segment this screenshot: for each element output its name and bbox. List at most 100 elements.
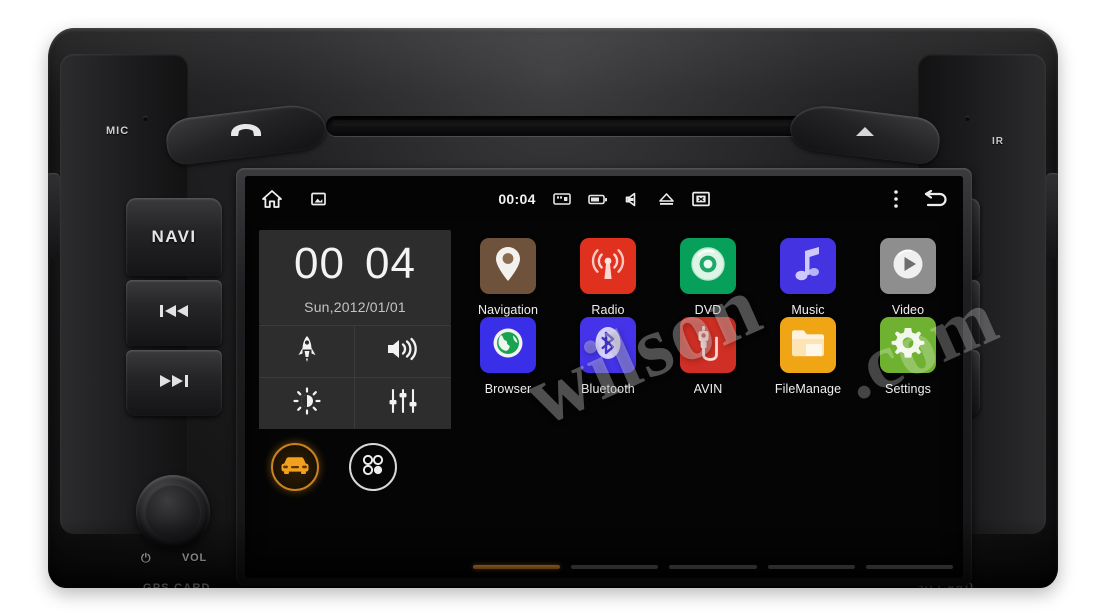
quick-control-volume[interactable] [355, 326, 451, 378]
quick-control-brightness[interactable] [259, 377, 355, 429]
app-avin[interactable]: AVIN [669, 317, 747, 396]
app-browser[interactable]: Browser [469, 317, 547, 396]
eject-icon [854, 125, 876, 143]
mic-hole [143, 116, 148, 121]
app-video[interactable]: Video [869, 238, 947, 317]
music-tile [780, 238, 836, 294]
left-side-tab [48, 173, 60, 259]
left-widget-column: 00 04 Sun,2012/01/01 [245, 228, 457, 578]
previous-track-icon [159, 303, 189, 323]
page-segment[interactable] [865, 565, 954, 569]
app-label: Settings [885, 382, 931, 396]
avin-tile [680, 317, 736, 373]
gear-icon [889, 324, 927, 367]
app-label: Video [891, 303, 925, 317]
recents-icon[interactable] [311, 192, 326, 206]
previous-track-button[interactable] [126, 280, 222, 346]
screen-off-icon[interactable] [691, 191, 710, 207]
radio-tile [580, 238, 636, 294]
app-filemanager[interactable]: FileManage [769, 317, 847, 396]
quick-control-boost[interactable] [259, 326, 355, 378]
app-music[interactable]: Music [769, 238, 847, 317]
dvd-tile [680, 238, 736, 294]
apps-grid-icon [359, 451, 387, 484]
app-label: DVD [694, 303, 722, 317]
equalizer-icon [388, 388, 418, 419]
next-track-button[interactable] [126, 350, 222, 416]
browser-tile [480, 317, 536, 373]
page-segment[interactable] [669, 565, 757, 569]
mic-label: MIC [106, 125, 130, 137]
clock-time: 00 04 [259, 242, 451, 286]
app-row-2: Browser Bluetooth AVIN FileManage Settin… [463, 317, 953, 396]
avin-plug-icon [693, 324, 723, 367]
app-label: Navigation [477, 303, 539, 317]
app-label: Radio [591, 303, 625, 317]
status-bar-clock: 00:04 [498, 191, 536, 207]
bluetooth-tile [580, 317, 636, 373]
android-status-bar: 00:04 [245, 176, 963, 222]
clock-widget[interactable]: 00 04 Sun,2012/01/01 [259, 230, 451, 325]
rocket-icon [295, 335, 319, 368]
battery-icon [587, 193, 608, 206]
settings-tile [880, 317, 936, 373]
quick-controls-grid [259, 325, 451, 429]
filemanager-tile [780, 317, 836, 373]
app-radio[interactable]: Radio [569, 238, 647, 317]
app-row-1: Navigation Radio DVD Music Video [463, 238, 953, 317]
clock-date: Sun,2012/01/01 [304, 299, 406, 315]
app-navigation[interactable]: Navigation [469, 238, 547, 317]
back-icon[interactable] [921, 189, 949, 209]
app-dvd[interactable]: DVD [669, 238, 747, 317]
ir-sensor-dot [965, 116, 970, 121]
power-label: ⏻ [141, 551, 152, 565]
volume-power-knob[interactable] [136, 475, 210, 549]
brightness-icon [292, 387, 321, 420]
phone-handset-icon [229, 122, 263, 147]
screen-bezel: 00:04 00 04 Sun,2012/01/01 Navigation Ra… [236, 168, 972, 586]
app-settings[interactable]: Settings [869, 317, 947, 396]
app-label: Music [791, 303, 825, 317]
app-label: FileManage [774, 382, 842, 396]
page-segment[interactable] [473, 565, 561, 569]
play-circle-icon [889, 245, 927, 288]
screenshot-root: MIC IR NAVI ⏻ VOL GPS CARD 00:04 00 04 S… [0, 0, 1100, 615]
dock-app-drawer-button[interactable] [349, 443, 397, 491]
app-label: AVIN [693, 382, 723, 396]
home-screen: 00 04 Sun,2012/01/01 Navigation Radio DV… [245, 222, 963, 578]
eject-icon[interactable] [658, 192, 675, 207]
bluetooth-icon [593, 324, 623, 367]
quick-control-equalizer[interactable] [355, 378, 451, 430]
next-track-icon [159, 373, 189, 393]
app-label: Bluetooth [581, 382, 635, 396]
app-label: Browser [484, 382, 532, 396]
volume-icon[interactable] [625, 192, 641, 207]
clock-hours: 00 [294, 239, 345, 288]
navi-button-label: NAVI [151, 227, 197, 246]
home-icon[interactable] [261, 189, 283, 209]
car-icon [280, 455, 310, 480]
vol-label: VOL [182, 552, 208, 564]
page-indicator[interactable] [473, 565, 954, 569]
map-pin-icon [493, 245, 523, 288]
page-segment[interactable] [767, 565, 855, 569]
car-head-unit-body: MIC IR NAVI ⏻ VOL GPS CARD 00:04 00 04 S… [48, 28, 1058, 588]
page-segment[interactable] [571, 565, 659, 569]
gps-card-label: GPS CARD [143, 582, 211, 588]
folder-icon [790, 327, 826, 364]
disc-icon [689, 245, 727, 288]
app-grid-area: Navigation Radio DVD Music Video Browser… [457, 228, 963, 578]
overflow-menu-icon[interactable] [893, 189, 899, 209]
ir-label: IR [992, 136, 1004, 147]
navi-button[interactable]: NAVI [126, 198, 222, 276]
video-tile [880, 238, 936, 294]
radio-waves-icon [589, 245, 627, 288]
speaker-icon [386, 336, 420, 367]
clock-minutes: 04 [365, 239, 416, 288]
globe-icon [489, 324, 527, 367]
sd-card-icon [552, 192, 571, 206]
app-bluetooth[interactable]: Bluetooth [569, 317, 647, 396]
phone-button[interactable] [163, 101, 329, 167]
dock-car-mode-button[interactable] [271, 443, 319, 491]
right-side-tab [1046, 173, 1058, 259]
